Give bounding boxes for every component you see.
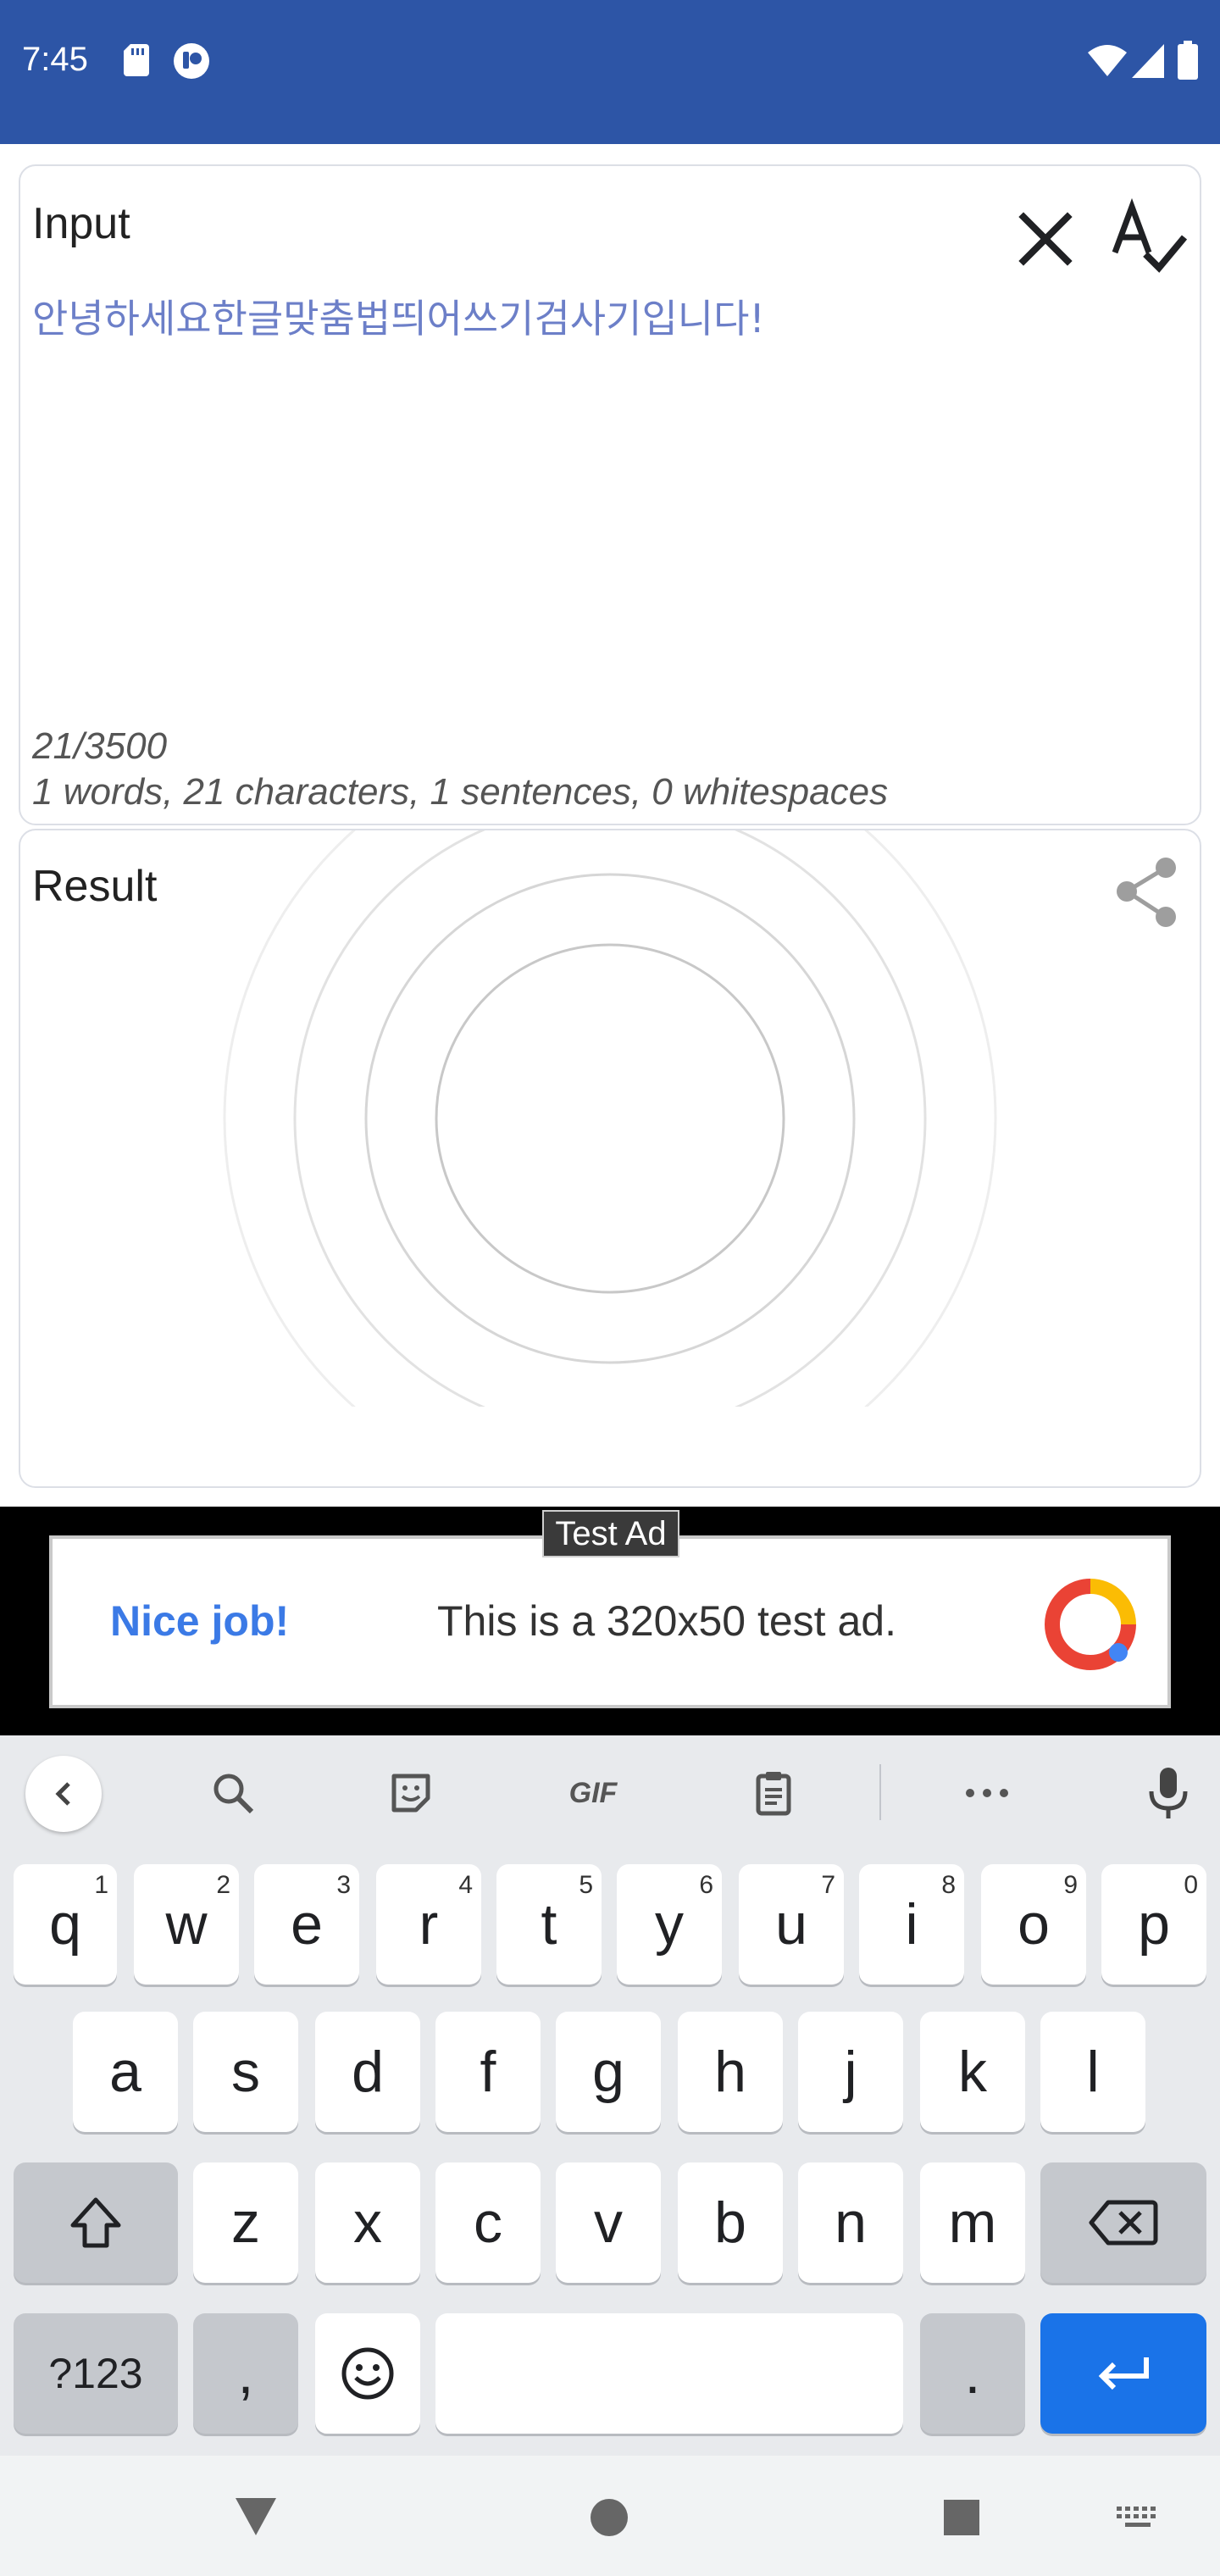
period-key[interactable]: .	[920, 2313, 1025, 2434]
key-y[interactable]: y6	[617, 1864, 722, 1985]
more-icon	[966, 1789, 1008, 1797]
key-z[interactable]: z	[193, 2162, 298, 2283]
battery-icon	[1178, 41, 1198, 80]
enter-key[interactable]	[1040, 2313, 1206, 2434]
ad-logo-icon	[1045, 1579, 1136, 1670]
ad-headline: Nice job!	[110, 1597, 290, 1645]
sd-card-icon	[124, 44, 149, 76]
recents-square-icon[interactable]	[942, 2498, 981, 2537]
spellcheck-button[interactable]	[1096, 188, 1198, 290]
result-card: Result	[19, 829, 1201, 1488]
keyboard-clipboard-button[interactable]	[735, 1752, 812, 1834]
emoji-key[interactable]	[315, 2313, 420, 2434]
enter-icon	[1098, 2357, 1149, 2390]
loading-rings	[223, 830, 997, 1407]
clear-button[interactable]	[995, 188, 1096, 290]
key-o[interactable]: o9	[981, 1864, 1086, 1985]
spellcheck-icon	[1112, 197, 1188, 273]
test-ad-label: Test Ad	[542, 1510, 679, 1557]
key-a[interactable]: a	[73, 2012, 178, 2132]
key-k[interactable]: k	[920, 2012, 1025, 2132]
share-icon	[1117, 858, 1176, 927]
key-q[interactable]: q1	[14, 1864, 117, 1985]
key-t[interactable]: t5	[496, 1864, 602, 1985]
system-nav-bar	[0, 2456, 1220, 2576]
toolbar-divider	[879, 1764, 881, 1820]
backspace-key[interactable]	[1040, 2162, 1206, 2283]
gif-label: GIF	[568, 1776, 618, 1809]
keyboard-back-button[interactable]	[25, 1756, 102, 1832]
result-title: Result	[32, 862, 158, 911]
keyboard-sticker-button[interactable]	[373, 1752, 449, 1834]
comma-key[interactable]: ,	[193, 2313, 298, 2434]
char-counter: 21/3500	[32, 725, 168, 767]
input-card: Input 안녕하세요한글맞춤법띄어쓰기검사기입니다! 21/3500 1 wo…	[19, 164, 1201, 825]
sticker-icon	[391, 1774, 430, 1813]
keyboard-search-button[interactable]	[195, 1752, 271, 1834]
key-x[interactable]: x	[315, 2162, 420, 2283]
share-button[interactable]	[1101, 847, 1195, 941]
text-stats: 1 words, 21 characters, 1 sentences, 0 w…	[32, 771, 889, 813]
cell-signal-icon	[1132, 44, 1164, 78]
key-l[interactable]: l	[1040, 2012, 1145, 2132]
keyboard-more-button[interactable]	[949, 1752, 1025, 1834]
key-r[interactable]: r4	[376, 1864, 481, 1985]
shift-icon	[70, 2197, 121, 2248]
search-icon	[214, 1774, 254, 1814]
key-j[interactable]: j	[798, 2012, 903, 2132]
key-e[interactable]: e3	[254, 1864, 359, 1985]
key-c[interactable]: c	[435, 2162, 541, 2283]
input-title: Input	[32, 199, 130, 248]
mic-icon	[1149, 1768, 1188, 1818]
key-m[interactable]: m	[920, 2162, 1025, 2283]
key-b[interactable]: b	[678, 2162, 783, 2283]
key-s[interactable]: s	[193, 2012, 298, 2132]
keyboard-gif-button[interactable]: GIF	[551, 1752, 635, 1834]
emoji-icon	[341, 2347, 394, 2400]
key-g[interactable]: g	[556, 2012, 661, 2132]
close-icon	[1018, 212, 1073, 266]
key-w[interactable]: w2	[134, 1864, 239, 1985]
backspace-icon	[1089, 2200, 1158, 2246]
home-circle-icon[interactable]	[588, 2496, 630, 2539]
ad-banner[interactable]: Nice job! This is a 320x50 test ad.	[49, 1535, 1171, 1708]
key-p[interactable]: p0	[1101, 1864, 1206, 1985]
key-n[interactable]: n	[798, 2162, 903, 2283]
space-key[interactable]	[435, 2313, 903, 2434]
key-i[interactable]: i8	[859, 1864, 964, 1985]
app-notification-icon	[174, 43, 209, 79]
status-time: 7:45	[22, 41, 88, 78]
wifi-icon	[1088, 45, 1127, 76]
keyboard-switch-icon[interactable]	[1115, 2505, 1162, 2530]
input-text-field[interactable]: 안녕하세요한글맞춤법띄어쓰기검사기입니다!	[32, 288, 765, 344]
key-h[interactable]: h	[678, 2012, 783, 2132]
key-v[interactable]: v	[556, 2162, 661, 2283]
back-icon	[55, 1782, 70, 1806]
key-u[interactable]: u7	[739, 1864, 844, 1985]
status-bar: 7:45	[0, 0, 1220, 144]
back-triangle-icon[interactable]	[232, 2495, 280, 2539]
keyboard-mic-button[interactable]	[1130, 1752, 1206, 1834]
shift-key[interactable]	[14, 2162, 178, 2283]
key-f[interactable]: f	[435, 2012, 541, 2132]
ad-description: This is a 320x50 test ad.	[437, 1597, 896, 1645]
key-d[interactable]: d	[315, 2012, 420, 2132]
clipboard-icon	[756, 1772, 791, 1816]
symbols-key[interactable]: ?123	[14, 2313, 178, 2434]
